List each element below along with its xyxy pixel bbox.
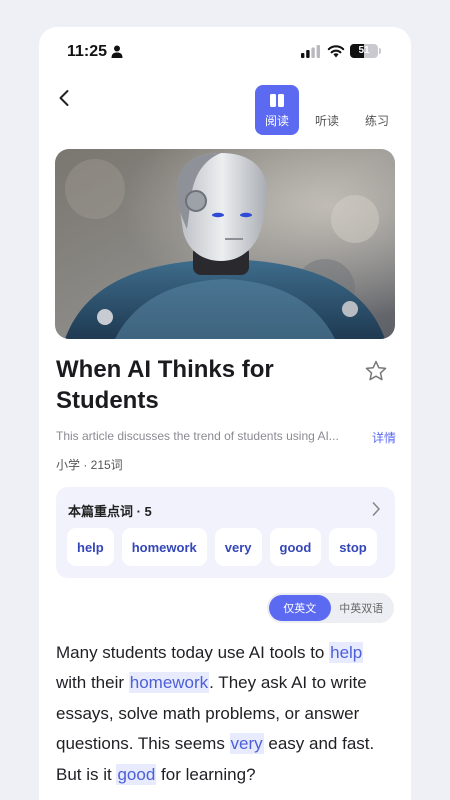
battery-tip <box>379 48 381 54</box>
book-icon <box>270 94 284 107</box>
app-screen: 11:25 51 阅读 听读 练习 When AI Thinks for Stu… <box>39 27 411 800</box>
battery-icon: 51 <box>350 44 378 58</box>
vocab-chip-stop[interactable]: stop <box>329 528 377 566</box>
tab-read[interactable]: 阅读 <box>255 85 299 135</box>
tab-practice[interactable]: 练习 <box>355 85 399 135</box>
vocab-chip-homework[interactable]: homework <box>121 528 207 566</box>
vocab-highlight-help[interactable]: help <box>329 642 364 663</box>
chevron-right-icon[interactable] <box>371 501 381 517</box>
vocab-highlight-homework[interactable]: homework <box>128 672 210 694</box>
article-cover-image <box>55 149 395 339</box>
cellular-signal-icon <box>301 45 320 58</box>
key-vocab-title: 本篇重点词 · 5 <box>68 504 152 519</box>
key-vocab-panel: 本篇重点词 · 5 help homework very good stop <box>56 487 395 578</box>
back-button[interactable] <box>55 87 75 109</box>
article-body: Many students today use AI tools to help… <box>56 638 396 790</box>
bilingual-toggle[interactable]: 中英双语 <box>331 595 393 621</box>
article-title: When AI Thinks for Students <box>56 356 274 414</box>
body-text: Many students today use AI tools to <box>56 643 330 662</box>
body-text: with their <box>56 673 129 693</box>
tab-listen-label: 听读 <box>314 114 339 128</box>
vocab-chip-help[interactable]: help <box>67 528 114 566</box>
battery-level: 51 <box>358 45 370 56</box>
tab-practice-label: 练习 <box>364 114 389 128</box>
english-only-toggle[interactable]: 仅英文 <box>269 595 331 621</box>
vocab-chip-very[interactable]: very <box>214 528 262 566</box>
status-bar: 11:25 51 <box>39 27 411 77</box>
wifi-icon <box>327 45 345 58</box>
status-time: 11:25 <box>67 43 108 60</box>
language-toggle: 仅英文 中英双语 <box>267 593 394 623</box>
detail-link[interactable]: 详情 <box>372 429 396 446</box>
tab-read-label: 阅读 <box>264 114 289 128</box>
vocab-highlight-very[interactable]: very <box>229 733 264 755</box>
favorite-star-icon[interactable] <box>364 359 388 383</box>
article-meta: 小学 · 215词 <box>56 458 123 472</box>
tab-listen[interactable]: 听读 <box>305 85 349 135</box>
mode-tabs: 阅读 听读 练习 <box>255 85 399 135</box>
article-summary: This article discusses the trend of stud… <box>56 429 396 446</box>
body-text: for learning? <box>156 764 256 784</box>
person-icon <box>111 45 123 58</box>
vocab-word-list: help homework very good stop <box>67 528 377 566</box>
vocab-highlight-good[interactable]: good <box>116 763 157 785</box>
vocab-chip-good[interactable]: good <box>269 528 322 566</box>
summary-text: This article discusses the trend of stud… <box>56 429 339 443</box>
